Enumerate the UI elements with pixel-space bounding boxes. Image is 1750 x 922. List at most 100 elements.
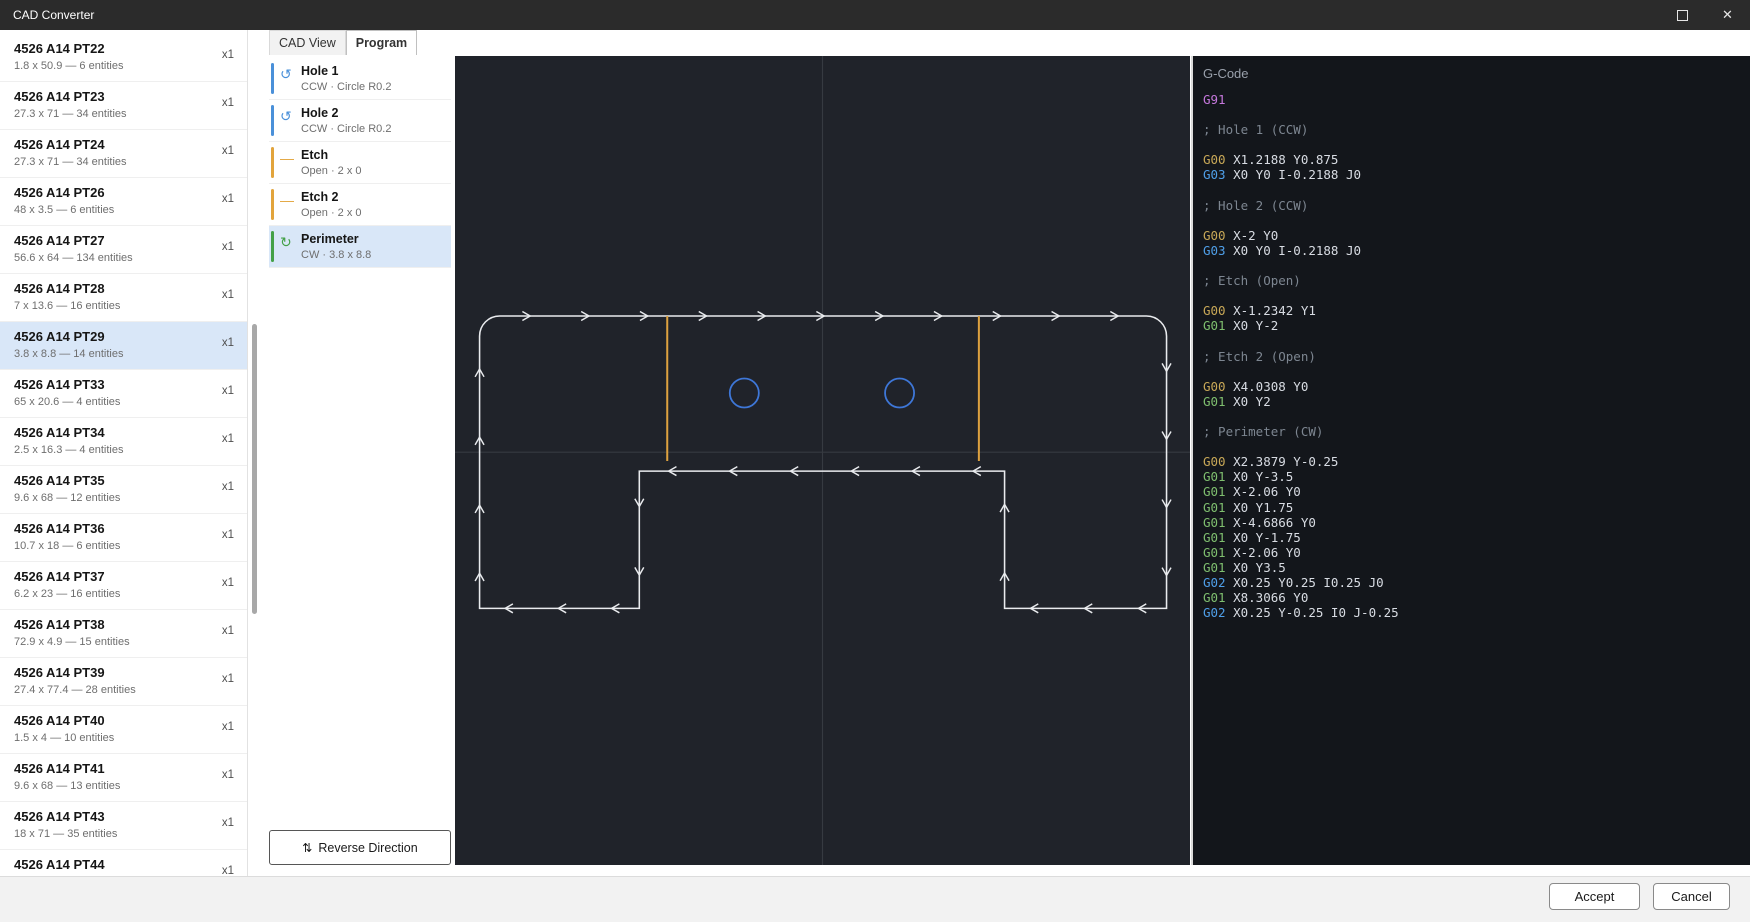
part-name: 4526 A14 PT37 bbox=[14, 569, 207, 585]
part-details: 48 x 3.5 — 6 entities bbox=[14, 204, 207, 216]
part-name: 4526 A14 PT28 bbox=[14, 281, 207, 297]
part-list-item[interactable]: 4526 A14 PT29 3.8 x 8.8 — 14 entities x1 bbox=[0, 322, 247, 370]
part-qty-badge: x1 bbox=[222, 529, 234, 541]
gcode-line: G00 X2.3879 Y-0.25 bbox=[1203, 454, 1750, 469]
op-details: CW · 3.8 x 8.8 bbox=[301, 249, 445, 261]
reverse-direction-button[interactable]: ⇅ Reverse Direction bbox=[269, 830, 451, 865]
gcode-line: G03 X0 Y0 I-0.2188 J0 bbox=[1203, 243, 1750, 258]
gcode-line: G91 bbox=[1203, 92, 1750, 107]
part-name: 4526 A14 PT33 bbox=[14, 377, 207, 393]
tab-cad-view[interactable]: CAD View bbox=[269, 30, 346, 55]
part-list-item[interactable]: 4526 A14 PT39 27.4 x 77.4 — 28 entities … bbox=[0, 658, 247, 706]
part-details: 2.5 x 16.3 — 4 entities bbox=[14, 444, 207, 456]
part-list-item[interactable]: 4526 A14 PT24 27.3 x 71 — 34 entities x1 bbox=[0, 130, 247, 178]
gcode-line: ; Etch (Open) bbox=[1203, 273, 1750, 288]
part-details: 10.7 x 18 — 6 entities bbox=[14, 540, 207, 552]
part-details: 65 x 20.6 — 4 entities bbox=[14, 396, 207, 408]
part-qty-badge: x1 bbox=[222, 49, 234, 61]
part-qty-badge: x1 bbox=[222, 817, 234, 829]
gcode-line: G00 X-1.2342 Y1 bbox=[1203, 303, 1750, 318]
gcode-panel: G-Code G91 ; Hole 1 (CCW) G00 X1.2188 Y0… bbox=[1191, 56, 1750, 865]
gcode-line bbox=[1203, 213, 1750, 228]
cw-rotate-icon: ↻ bbox=[280, 235, 292, 249]
part-list-item[interactable]: 4526 A14 PT41 9.6 x 68 — 13 entities x1 bbox=[0, 754, 247, 802]
gcode-lines: G91 ; Hole 1 (CCW) G00 X1.2188 Y0.875G03… bbox=[1203, 92, 1750, 620]
part-list-item[interactable]: 4526 A14 PT43 18 x 71 — 35 entities x1 bbox=[0, 802, 247, 850]
etch-line-icon: — bbox=[280, 193, 294, 207]
part-list-item[interactable]: 4526 A14 PT22 1.8 x 50.9 — 6 entities x1 bbox=[0, 34, 247, 82]
toolpath-drawing bbox=[455, 56, 1190, 865]
tab-program[interactable]: Program bbox=[346, 30, 417, 55]
parts-sidebar: 4526 A14 PT22 1.8 x 50.9 — 6 entities x1… bbox=[0, 30, 248, 876]
operation-list-item[interactable]: ↺ Hole 1 CCW · Circle R0.2 bbox=[269, 58, 451, 100]
program-panel: CAD View Program ↺ Hole 1 CCW · Circle R… bbox=[269, 30, 451, 876]
gcode-line: ; Perimeter (CW) bbox=[1203, 424, 1750, 439]
part-details: 56.6 x 64 — 134 entities bbox=[14, 252, 207, 264]
part-details: 27.4 x 77.4 — 28 entities bbox=[14, 684, 207, 696]
op-details: Open · 2 x 0 bbox=[301, 165, 445, 177]
etch-line-icon: — bbox=[280, 151, 294, 165]
toolpath-canvas[interactable] bbox=[455, 56, 1190, 865]
part-list-item[interactable]: 4526 A14 PT28 7 x 13.6 — 16 entities x1 bbox=[0, 274, 247, 322]
op-color-stripe bbox=[271, 105, 274, 136]
gcode-line: G00 X-2 Y0 bbox=[1203, 228, 1750, 243]
gcode-line: G01 X0 Y3.5 bbox=[1203, 560, 1750, 575]
part-name: 4526 A14 PT34 bbox=[14, 425, 207, 441]
part-list-item[interactable]: 4526 A14 PT36 10.7 x 18 — 6 entities x1 bbox=[0, 514, 247, 562]
part-list-item[interactable]: 4526 A14 PT23 27.3 x 71 — 34 entities x1 bbox=[0, 82, 247, 130]
gcode-line: G01 X-2.06 Y0 bbox=[1203, 545, 1750, 560]
part-list-item[interactable]: 4526 A14 PT35 9.6 x 68 — 12 entities x1 bbox=[0, 466, 247, 514]
parts-scrollbar-thumb[interactable] bbox=[252, 324, 257, 614]
maximize-button[interactable] bbox=[1660, 0, 1705, 30]
part-list-item[interactable]: 4526 A14 PT44 x1 bbox=[0, 850, 247, 876]
operation-list-item[interactable]: — Etch Open · 2 x 0 bbox=[269, 142, 451, 184]
part-qty-badge: x1 bbox=[222, 673, 234, 685]
part-list-item[interactable]: 4526 A14 PT34 2.5 x 16.3 — 4 entities x1 bbox=[0, 418, 247, 466]
part-name: 4526 A14 PT40 bbox=[14, 713, 207, 729]
close-button[interactable]: ✕ bbox=[1705, 0, 1750, 30]
op-name: Hole 2 bbox=[301, 106, 445, 121]
part-details: 6.2 x 23 — 16 entities bbox=[14, 588, 207, 600]
parts-list: 4526 A14 PT22 1.8 x 50.9 — 6 entities x1… bbox=[0, 30, 247, 876]
part-list-item[interactable]: 4526 A14 PT26 48 x 3.5 — 6 entities x1 bbox=[0, 178, 247, 226]
part-qty-badge: x1 bbox=[222, 289, 234, 301]
operation-list-item[interactable]: ↻ Perimeter CW · 3.8 x 8.8 bbox=[269, 226, 451, 268]
op-details: CCW · Circle R0.2 bbox=[301, 81, 445, 93]
operations-list: ↺ Hole 1 CCW · Circle R0.2 ↺ Hole 2 CCW … bbox=[269, 58, 451, 268]
cad-converter-window: CAD Converter ✕ 4526 A14 PT22 1.8 x 50.9… bbox=[0, 0, 1750, 922]
gcode-line: G01 X-4.6866 Y0 bbox=[1203, 515, 1750, 530]
hole-circle-1 bbox=[730, 378, 759, 407]
accept-button[interactable]: Accept bbox=[1549, 883, 1640, 910]
part-list-item[interactable]: 4526 A14 PT40 1.5 x 4 — 10 entities x1 bbox=[0, 706, 247, 754]
cancel-button[interactable]: Cancel bbox=[1653, 883, 1730, 910]
op-name: Etch bbox=[301, 148, 445, 163]
part-name: 4526 A14 PT26 bbox=[14, 185, 207, 201]
op-color-stripe bbox=[271, 63, 274, 94]
gcode-line: G00 X1.2188 Y0.875 bbox=[1203, 152, 1750, 167]
gcode-line bbox=[1203, 107, 1750, 122]
part-qty-badge: x1 bbox=[222, 97, 234, 109]
main-content: 4526 A14 PT22 1.8 x 50.9 — 6 entities x1… bbox=[0, 30, 1750, 876]
gcode-line bbox=[1203, 409, 1750, 424]
op-details: Open · 2 x 0 bbox=[301, 207, 445, 219]
gcode-line: ; Hole 2 (CCW) bbox=[1203, 198, 1750, 213]
part-list-item[interactable]: 4526 A14 PT38 72.9 x 4.9 — 15 entities x… bbox=[0, 610, 247, 658]
part-name: 4526 A14 PT41 bbox=[14, 761, 207, 777]
part-list-item[interactable]: 4526 A14 PT27 56.6 x 64 — 134 entities x… bbox=[0, 226, 247, 274]
part-details: 18 x 71 — 35 entities bbox=[14, 828, 207, 840]
gcode-line: G01 X0 Y-2 bbox=[1203, 318, 1750, 333]
gcode-line: G01 X0 Y2 bbox=[1203, 394, 1750, 409]
op-details: CCW · Circle R0.2 bbox=[301, 123, 445, 135]
hole-circle-2 bbox=[885, 378, 914, 407]
part-name: 4526 A14 PT35 bbox=[14, 473, 207, 489]
part-name: 4526 A14 PT38 bbox=[14, 617, 207, 633]
reverse-direction-label: Reverse Direction bbox=[318, 841, 417, 855]
part-list-item[interactable]: 4526 A14 PT33 65 x 20.6 — 4 entities x1 bbox=[0, 370, 247, 418]
gcode-line bbox=[1203, 364, 1750, 379]
operation-list-item[interactable]: — Etch 2 Open · 2 x 0 bbox=[269, 184, 451, 226]
gcode-line: ; Etch 2 (Open) bbox=[1203, 349, 1750, 364]
part-details: 27.3 x 71 — 34 entities bbox=[14, 156, 207, 168]
operation-list-item[interactable]: ↺ Hole 2 CCW · Circle R0.2 bbox=[269, 100, 451, 142]
part-list-item[interactable]: 4526 A14 PT37 6.2 x 23 — 16 entities x1 bbox=[0, 562, 247, 610]
gcode-line bbox=[1203, 334, 1750, 349]
